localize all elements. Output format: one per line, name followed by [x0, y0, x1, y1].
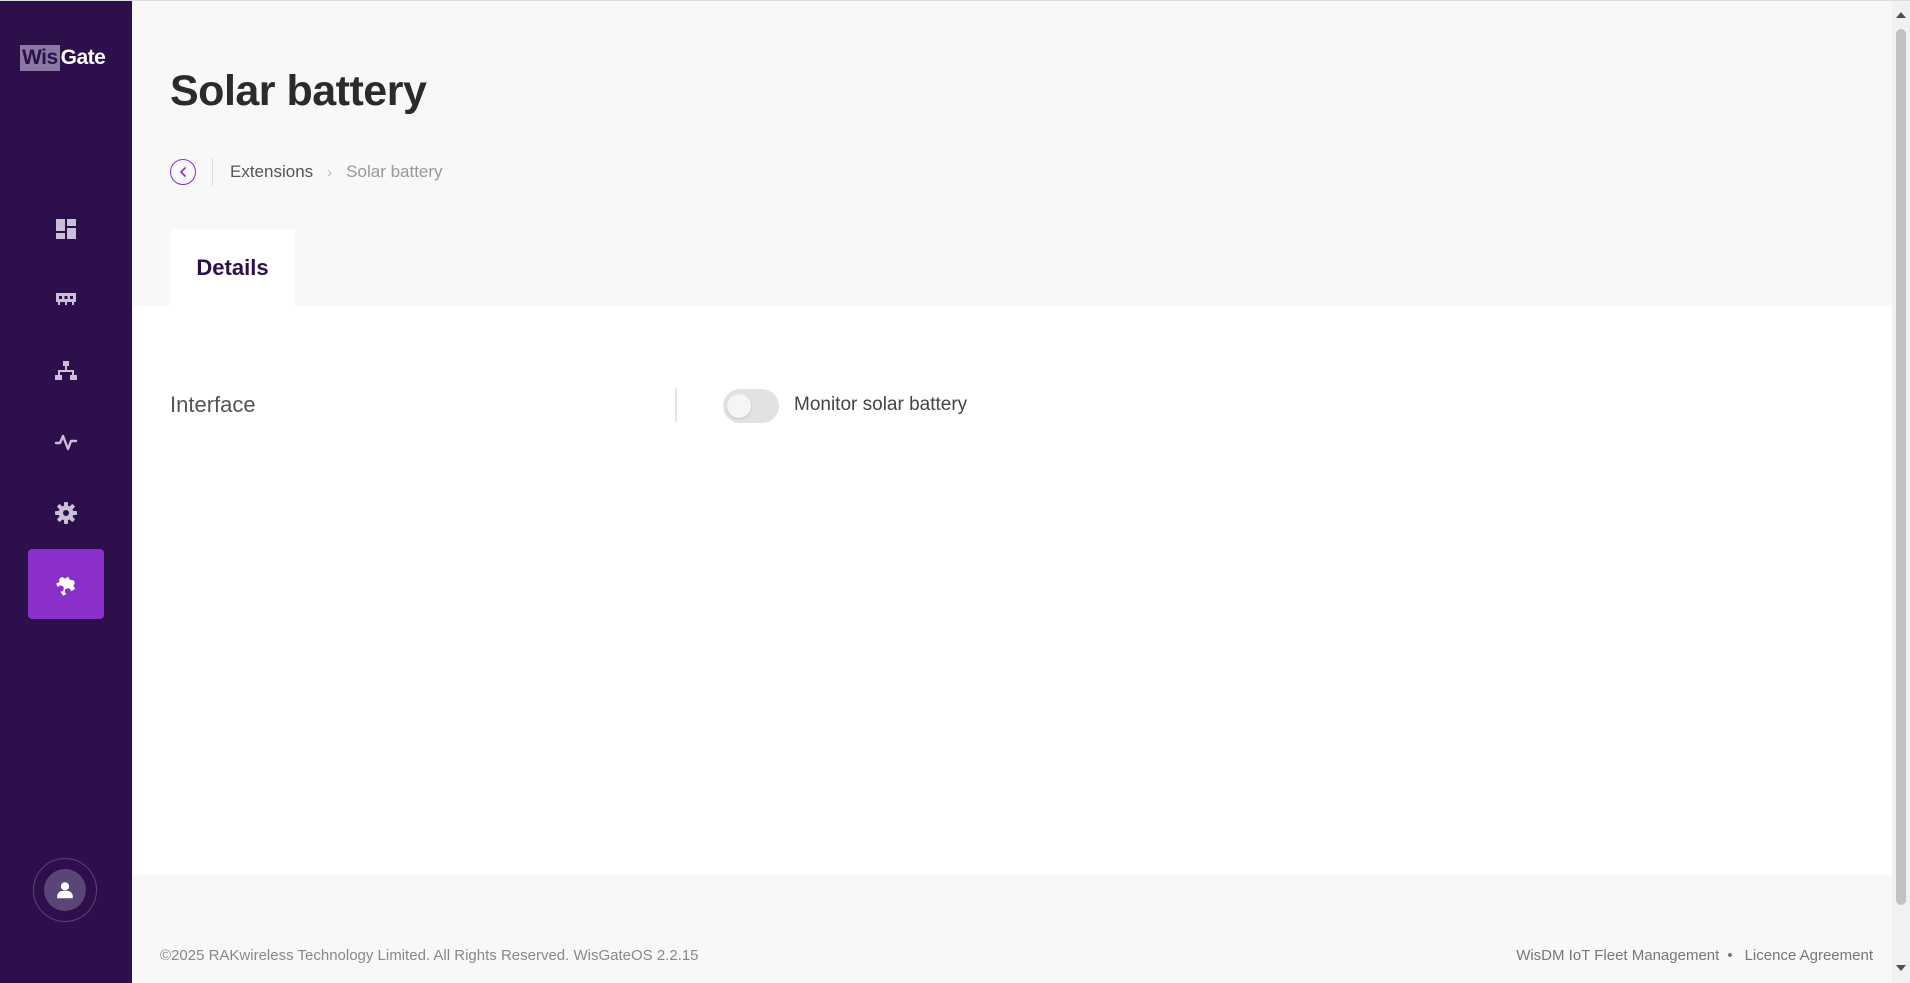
dashboard-icon: [56, 219, 76, 239]
avatar: [44, 869, 86, 911]
monitor-solar-battery-label[interactable]: Monitor solar battery: [794, 394, 967, 416]
user-icon: [57, 882, 73, 899]
chevron-left-icon: [180, 167, 186, 177]
sidebar-item-gateway[interactable]: [28, 264, 104, 334]
field-divider: [675, 388, 677, 422]
breadcrumb: Extensions › Solar battery: [170, 157, 443, 187]
toggle-knob: [727, 394, 751, 418]
vertical-scrollbar[interactable]: [1892, 1, 1910, 983]
tab-details[interactable]: Details: [170, 229, 295, 306]
gateway-icon: [56, 293, 76, 305]
page-title: Solar battery: [170, 67, 427, 115]
sidebar-item-settings[interactable]: [28, 478, 104, 548]
sidebar-item-dashboard[interactable]: [28, 194, 104, 264]
interface-row: Interface Monitor solar battery: [170, 386, 1370, 426]
app-window: Wis Gate Solar battery Extensions › Sola…: [0, 0, 1910, 983]
back-button[interactable]: [170, 159, 196, 185]
gear-icon: [55, 502, 77, 524]
scroll-thumb[interactable]: [1896, 29, 1906, 905]
monitor-solar-battery-toggle[interactable]: [723, 389, 779, 423]
sidebar-item-extensions[interactable]: [28, 549, 104, 619]
logo-wis: Wis: [20, 45, 60, 71]
interface-label: Interface: [170, 392, 256, 417]
wisgate-logo[interactable]: Wis Gate: [20, 45, 106, 71]
scroll-up-arrow-icon[interactable]: [1896, 12, 1906, 18]
scroll-down-arrow-icon[interactable]: [1896, 965, 1906, 971]
main-content: Solar battery Extensions › Solar battery…: [132, 1, 1892, 983]
footer-link-licence[interactable]: Licence Agreement: [1745, 947, 1873, 964]
user-menu-button[interactable]: [33, 858, 97, 922]
footer-separator: •: [1727, 947, 1733, 964]
logo-gate: Gate: [60, 46, 106, 69]
breadcrumb-extensions-link[interactable]: Extensions: [230, 162, 313, 182]
puzzle-icon: [56, 576, 76, 596]
network-icon: [55, 361, 77, 380]
breadcrumb-divider: [212, 158, 213, 186]
footer-copyright: ©2025 RAKwireless Technology Limited. Al…: [160, 947, 699, 964]
page-header: Solar battery Extensions › Solar battery…: [132, 1, 1892, 306]
breadcrumb-current: Solar battery: [346, 162, 443, 181]
footer-links: WisDM IoT Fleet Management • Licence Agr…: [1516, 947, 1873, 964]
sidebar: Wis Gate: [0, 1, 132, 983]
footer-link-wisdm[interactable]: WisDM IoT Fleet Management: [1516, 947, 1719, 964]
sidebar-item-network[interactable]: [28, 336, 104, 406]
breadcrumb-separator: ›: [327, 163, 333, 181]
activity-icon: [54, 434, 78, 451]
sidebar-item-activity[interactable]: [28, 407, 104, 477]
footer: ©2025 RAKwireless Technology Limited. Al…: [132, 875, 1892, 983]
